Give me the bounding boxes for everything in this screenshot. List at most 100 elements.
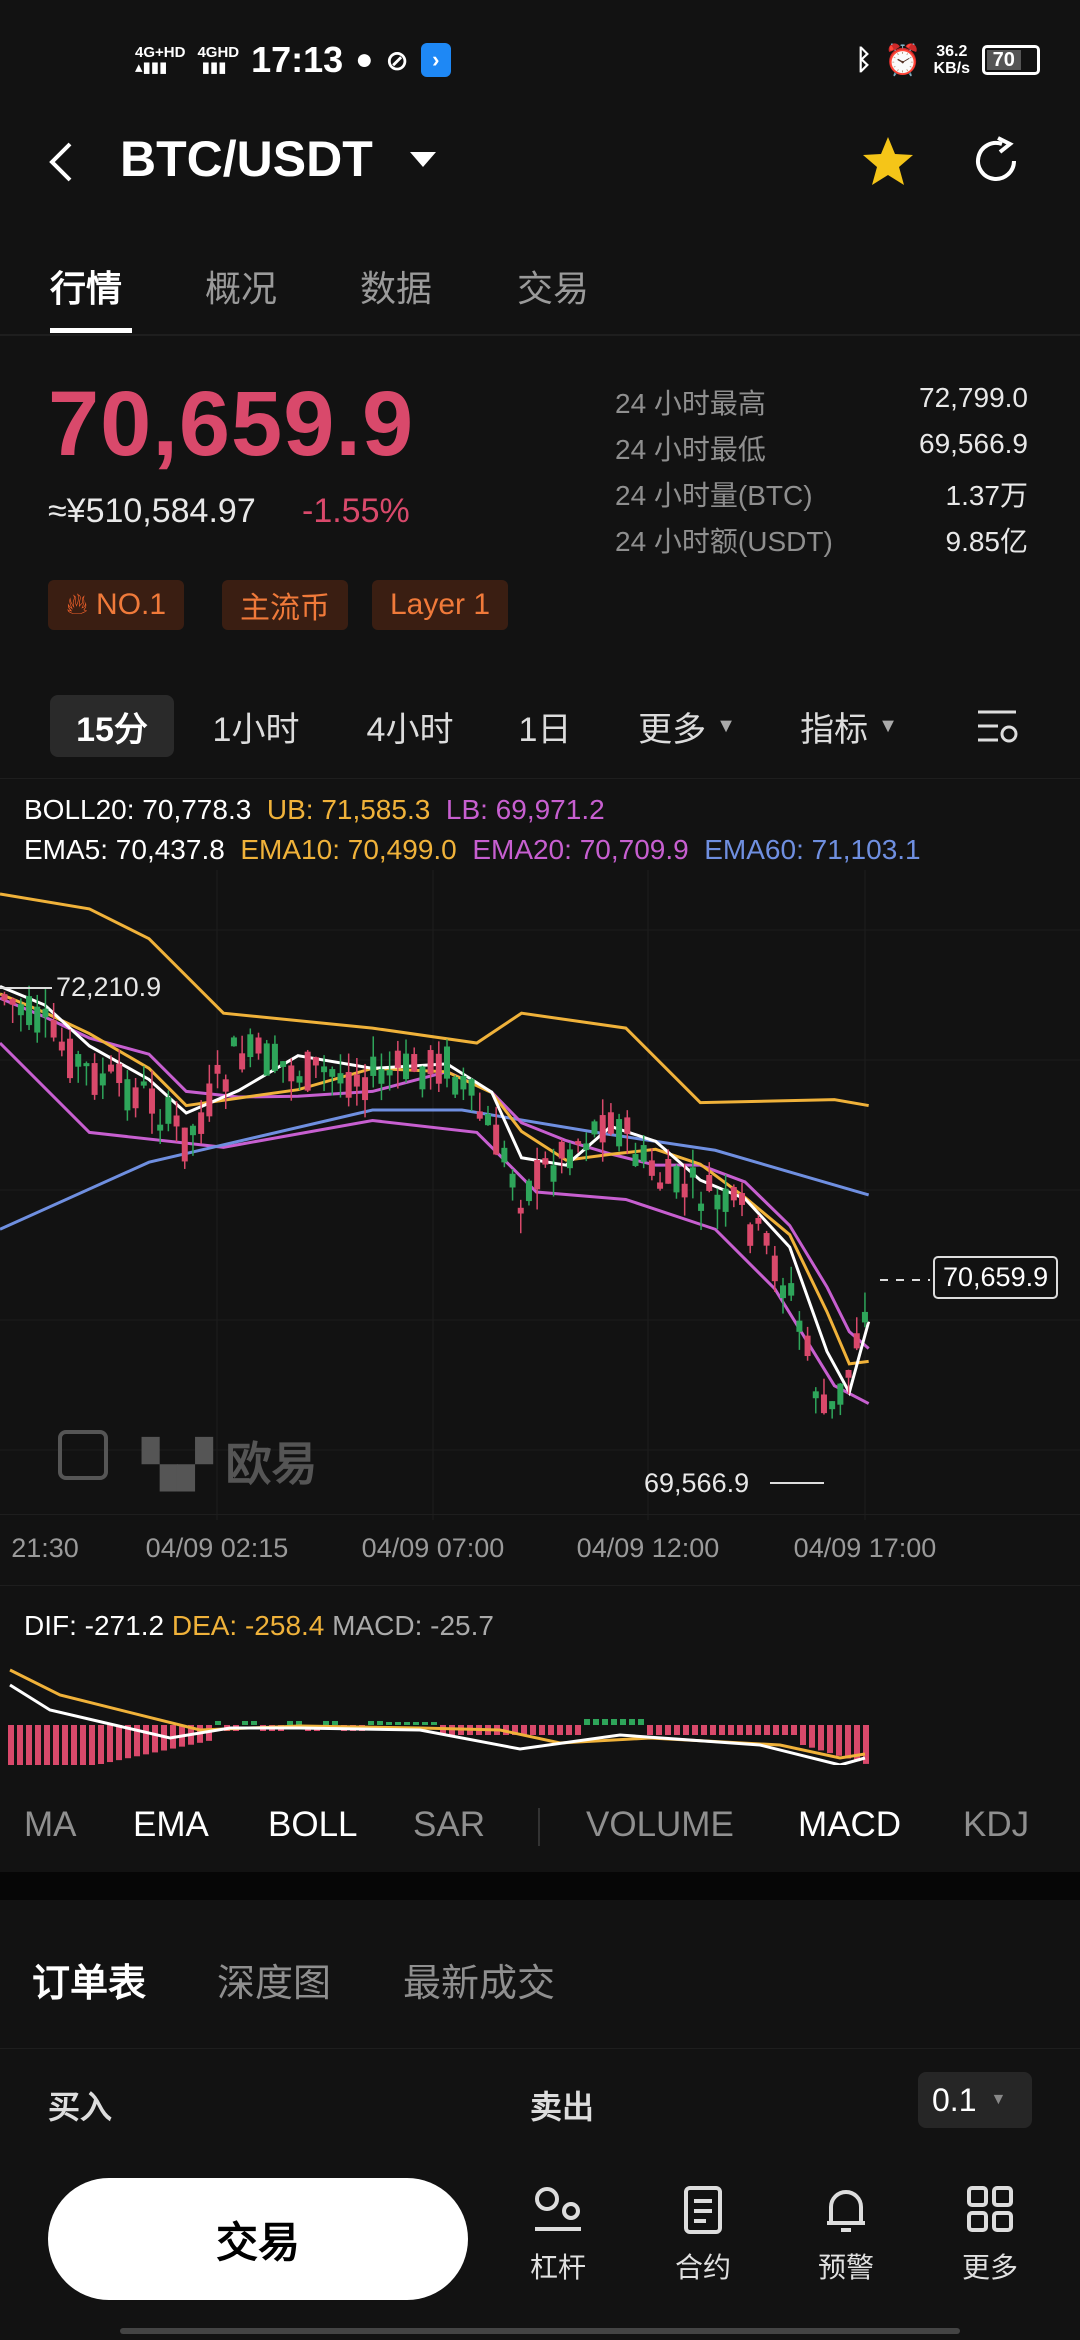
buy-header: 买入: [48, 2089, 113, 2125]
macd-bar: [287, 1721, 293, 1725]
ema10-value: EMA10: 70,499.0: [240, 834, 457, 865]
candle-body: [321, 1066, 328, 1073]
star-icon[interactable]: [860, 134, 916, 188]
macd-bar: [764, 1725, 770, 1735]
candle-body: [779, 1285, 786, 1299]
candle-body: [91, 1063, 98, 1095]
candle-body: [17, 1004, 24, 1016]
macd-bar: [602, 1719, 608, 1725]
net-speed: 36.2: [936, 43, 968, 60]
candle-body: [1, 994, 8, 1001]
macd-bar: [53, 1725, 59, 1765]
macd-bar: [35, 1725, 41, 1765]
ema20-line: [0, 996, 870, 1350]
candle-body: [230, 1037, 237, 1047]
candle-body: [558, 1141, 565, 1159]
macd-bar: [719, 1725, 725, 1735]
macd-bar: [332, 1721, 338, 1725]
nav-more[interactable]: 更多: [945, 2185, 1035, 2286]
candle-body: [165, 1097, 172, 1124]
candle-body: [116, 1063, 123, 1084]
indicator-sar[interactable]: SAR: [413, 1805, 485, 1845]
tab-orderbook[interactable]: 订单表: [32, 1952, 146, 2007]
macd-bar: [17, 1725, 23, 1765]
candle-body: [26, 996, 33, 1026]
macd-bar: [755, 1725, 761, 1735]
candle-body: [689, 1167, 696, 1178]
macd-bar: [647, 1725, 653, 1735]
candle-body: [370, 1056, 377, 1076]
timeframe-1d[interactable]: 1日: [500, 695, 590, 757]
timeframe-15m[interactable]: 15分: [50, 695, 174, 757]
fullscreen-icon[interactable]: [58, 1430, 108, 1480]
macd-bar: [827, 1725, 833, 1754]
nav-alerts[interactable]: 预警: [801, 2185, 891, 2286]
home-indicator: [120, 2328, 960, 2334]
macd-bar: [674, 1725, 680, 1735]
tab-latest-trades[interactable]: 最新成交: [403, 1952, 555, 2007]
macd-bar: [557, 1725, 563, 1735]
precision-select[interactable]: 0.1 ▼: [918, 2072, 1032, 2128]
nav-futures[interactable]: 合约: [658, 2185, 748, 2286]
pair-dropdown-icon[interactable]: [408, 150, 438, 170]
tab-market[interactable]: 行情: [50, 260, 122, 312]
layer-badge[interactable]: Layer 1: [372, 580, 509, 630]
macd-bar: [692, 1725, 698, 1735]
indicator-macd[interactable]: MACD: [798, 1805, 901, 1845]
macd-bar: [89, 1725, 95, 1765]
macd-bar: [584, 1719, 590, 1725]
candle-body: [263, 1043, 270, 1076]
macd-bar: [152, 1725, 158, 1753]
candle-body: [607, 1112, 614, 1134]
tab-overview[interactable]: 概况: [205, 260, 277, 312]
indicator-ma[interactable]: MA: [24, 1805, 77, 1845]
candle-body: [75, 1054, 82, 1067]
candlestick-chart[interactable]: [0, 870, 1080, 1520]
pair-title[interactable]: BTC/USDT: [120, 130, 373, 188]
indicator-boll[interactable]: BOLL: [268, 1805, 358, 1845]
candle-body: [820, 1394, 827, 1414]
candle-body: [747, 1224, 754, 1246]
tab-depth[interactable]: 深度图: [217, 1952, 331, 2007]
battery-icon: 70: [982, 45, 1040, 75]
chevron-down-icon: ▼: [716, 714, 736, 737]
contract-icon: [684, 2186, 722, 2234]
dif-value: DIF: -271.2: [24, 1610, 165, 1641]
candle-body: [722, 1188, 729, 1212]
macd-bar: [116, 1725, 122, 1761]
macd-bar: [98, 1725, 104, 1764]
timeframe-4h[interactable]: 4小时: [350, 695, 470, 757]
x-axis-label: 04/09 17:00: [793, 1533, 937, 1563]
candle-body: [148, 1088, 155, 1114]
candle-body: [247, 1034, 254, 1058]
stat-value: 72,799.0: [919, 382, 1028, 413]
candle-body: [534, 1159, 541, 1190]
indicator-kdj[interactable]: KDJ: [963, 1805, 1029, 1845]
rank-badge[interactable]: 🔥︎ NO.1: [48, 580, 185, 630]
status-bar-right: ᛒ ⏰ 36.2 KB/s 70: [855, 38, 1040, 82]
stat-label: 24 小时额(USDT): [615, 526, 833, 557]
candle-body: [173, 1115, 180, 1127]
macd-bar: [26, 1725, 32, 1765]
indicator-volume[interactable]: VOLUME: [586, 1805, 734, 1845]
nav-margin[interactable]: 杠杆: [513, 2185, 603, 2286]
stat-label: 24 小时最高: [615, 388, 766, 419]
indicator-ema[interactable]: EMA: [133, 1805, 209, 1845]
timeframe-more[interactable]: 更多 ▼: [628, 695, 746, 757]
indicators-button[interactable]: 指标 ▼: [790, 695, 908, 757]
refresh-icon[interactable]: [970, 134, 1024, 188]
back-icon[interactable]: [44, 140, 76, 184]
tab-trade[interactable]: 交易: [517, 260, 589, 312]
macd-bar: [665, 1725, 671, 1735]
timeframe-1h[interactable]: 1小时: [196, 695, 316, 757]
macd-bar: [71, 1725, 77, 1765]
candle-body: [468, 1079, 475, 1096]
stat-value: 69,566.9: [919, 428, 1028, 459]
status-bar-left: 4G+HD ▴▮▮▮ 4GHD ▮▮▮ 17:13 ● ⊘ ›: [135, 38, 451, 82]
tab-data[interactable]: 数据: [360, 260, 432, 312]
macd-bar: [845, 1725, 851, 1759]
sell-header: 卖出: [530, 2089, 595, 2125]
chart-settings-icon[interactable]: [976, 706, 1020, 746]
trade-button[interactable]: 交易: [48, 2178, 468, 2300]
category-badge[interactable]: 主流币: [222, 580, 348, 630]
